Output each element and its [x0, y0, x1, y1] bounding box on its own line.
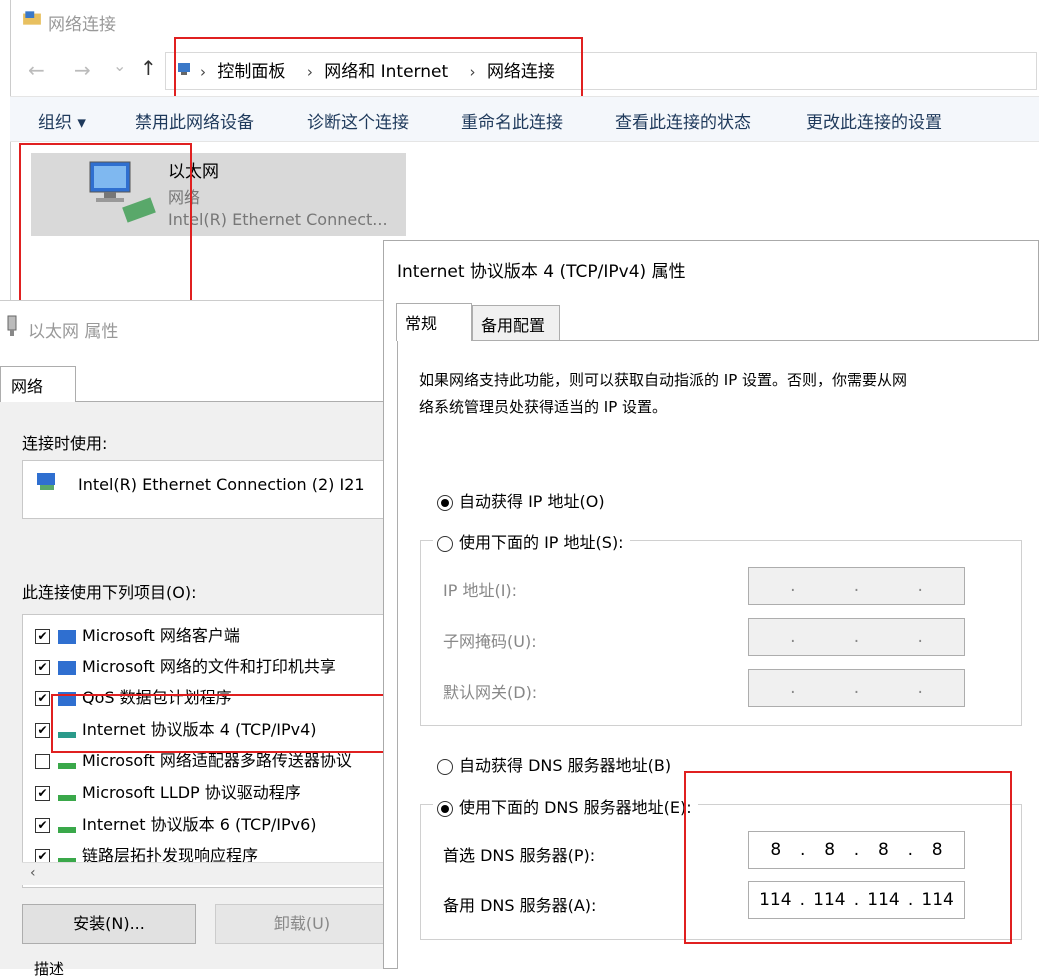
auto-ip-radio[interactable]: [437, 494, 453, 511]
item-checkbox[interactable]: ✔: [35, 786, 50, 801]
alternate-dns-label: 备用 DNS 服务器(A):: [443, 896, 597, 915]
nic-icon: [37, 473, 55, 490]
auto-ip-option[interactable]: 自动获得 IP 地址(O): [437, 488, 605, 512]
view-status-button[interactable]: 查看此连接的状态: [615, 108, 751, 133]
auto-ip-label: 自动获得 IP 地址(O): [459, 492, 605, 511]
ethernet-icon: [7, 315, 17, 336]
protocol-icon: [58, 794, 76, 801]
forward-button[interactable]: →: [74, 58, 91, 82]
ethernet-properties-title: 以太网 属性: [28, 322, 119, 342]
highlight-dns: [684, 771, 1012, 944]
manual-ip-option[interactable]: 使用下面的 IP 地址(S):: [433, 529, 630, 553]
auto-dns-option[interactable]: 自动获得 DNS 服务器地址(B): [437, 752, 671, 776]
change-settings-button[interactable]: 更改此连接的设置: [806, 108, 942, 133]
scroll-left-icon[interactable]: ‹: [30, 865, 36, 881]
up-button[interactable]: ↑: [140, 56, 157, 80]
service-icon: [58, 660, 76, 675]
ipv4-description-line2: 络系统管理员处获得适当的 IP 设置。: [419, 398, 668, 416]
manual-ip-radio[interactable]: [437, 535, 453, 552]
manual-ip-label: 使用下面的 IP 地址(S):: [459, 533, 624, 552]
item-label: Microsoft LLDP 协议驱动程序: [82, 783, 301, 802]
item-label: Microsoft 网络适配器多路传送器协议: [82, 751, 352, 770]
auto-dns-label: 自动获得 DNS 服务器地址(B): [459, 756, 672, 775]
highlight-ipv4-item: [51, 694, 385, 753]
manual-dns-label: 使用下面的 DNS 服务器地址(E):: [459, 798, 692, 817]
recent-locations-button[interactable]: ⌄: [113, 56, 126, 75]
item-checkbox[interactable]: ✔: [35, 691, 50, 706]
item-checkbox[interactable]: ✔: [35, 818, 50, 833]
subnet-mask-input[interactable]: ...: [748, 618, 965, 656]
list-item[interactable]: ✔ Internet 协议版本 6 (TCP/IPv6): [35, 811, 317, 835]
adapter-device: Intel(R) Ethernet Connect...: [168, 210, 388, 229]
item-label: Microsoft 网络的文件和打印机共享: [82, 657, 336, 676]
horizontal-scrollbar[interactable]: ‹: [22, 862, 392, 885]
ip-address-label: IP 地址(I):: [443, 581, 518, 600]
preferred-dns-label: 首选 DNS 服务器(P):: [443, 846, 596, 865]
client-icon: [58, 629, 76, 644]
back-button[interactable]: ←: [28, 58, 45, 82]
item-checkbox[interactable]: ✔: [35, 660, 50, 675]
tab-general[interactable]: 常规: [396, 303, 472, 341]
protocol-icon: [58, 762, 76, 769]
install-button[interactable]: 安装(N)...: [22, 904, 196, 944]
auto-dns-radio[interactable]: [437, 758, 453, 775]
item-label: Internet 协议版本 6 (TCP/IPv6): [82, 815, 317, 834]
ipv4-description-line1: 如果网络支持此功能，则可以获取自动指派的 IP 设置。否则，你需要从网: [419, 371, 908, 389]
organize-menu[interactable]: 组织 ▾: [38, 108, 86, 133]
highlight-breadcrumb: [174, 37, 583, 101]
manual-dns-option[interactable]: 使用下面的 DNS 服务器地址(E):: [433, 794, 698, 818]
subnet-mask-label: 子网掩码(U):: [443, 632, 537, 651]
protocol-icon: [58, 826, 76, 833]
ipv4-dialog-title: Internet 协议版本 4 (TCP/IPv4) 属性: [397, 262, 686, 282]
list-item[interactable]: ✔ Microsoft 网络客户端: [35, 622, 240, 646]
default-gateway-input[interactable]: ...: [748, 669, 965, 707]
tab-network[interactable]: 网络: [0, 366, 76, 402]
item-checkbox[interactable]: ✔: [35, 723, 50, 738]
list-item[interactable]: ✔ Microsoft 网络的文件和打印机共享: [35, 653, 336, 677]
manual-dns-radio[interactable]: [437, 800, 453, 817]
default-gateway-label: 默认网关(D):: [443, 683, 538, 702]
item-label: Microsoft 网络客户端: [82, 626, 240, 645]
item-checkbox[interactable]: ✔: [35, 629, 50, 644]
item-checkbox[interactable]: [35, 754, 50, 769]
window-title: 网络连接: [48, 15, 116, 35]
ip-address-input[interactable]: ...: [748, 567, 965, 605]
connect-using-label: 连接时使用:: [22, 434, 108, 453]
disable-device-button[interactable]: 禁用此网络设备: [135, 108, 254, 133]
tab-alternate-config[interactable]: 备用配置: [472, 305, 560, 341]
items-label: 此连接使用下列项目(O):: [22, 583, 197, 602]
rename-button[interactable]: 重命名此连接: [461, 108, 563, 133]
list-item[interactable]: ✔ Microsoft LLDP 协议驱动程序: [35, 779, 301, 803]
diagnose-button[interactable]: 诊断这个连接: [307, 108, 409, 133]
uninstall-button[interactable]: 卸载(U): [215, 904, 389, 944]
network-folder-icon: [23, 11, 41, 25]
connect-using-value: Intel(R) Ethernet Connection (2) I21: [78, 475, 365, 494]
